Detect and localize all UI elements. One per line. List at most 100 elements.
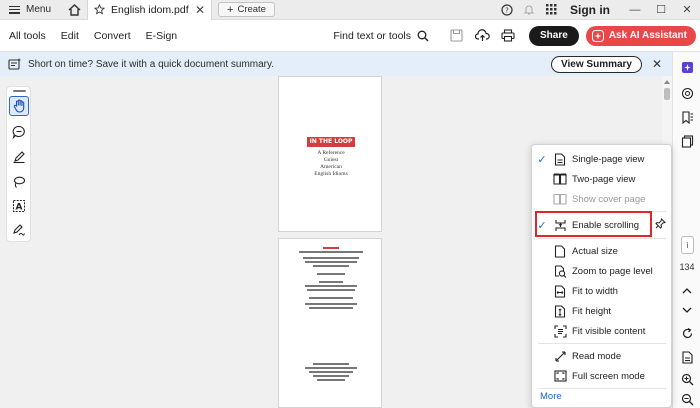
check-icon: ✓ <box>537 153 547 166</box>
menu-item-label: Single-page view <box>572 153 645 165</box>
ai-assistant-label: Ask AI Assistant <box>608 30 687 41</box>
menu-esign[interactable]: E-Sign <box>138 30 185 42</box>
scroll-thumb[interactable] <box>664 88 670 100</box>
summary-icon <box>0 58 28 70</box>
menu-item-two-page[interactable]: Two-page view <box>532 169 671 189</box>
sign-tool-button[interactable] <box>9 220 29 240</box>
print-button[interactable] <box>495 23 521 49</box>
menu-convert[interactable]: Convert <box>86 30 138 42</box>
help-icon[interactable]: ? <box>496 0 518 20</box>
page-text-line <box>317 379 345 381</box>
page-text-line <box>305 303 357 305</box>
menu-item-label: Show cover page <box>572 193 646 205</box>
title-bar: Menu English idom.pdf ✕ + Create ? Sign … <box>0 0 700 20</box>
refresh-icon[interactable] <box>673 324 700 342</box>
ai-panel-icon[interactable] <box>673 58 700 76</box>
menu-item-label: Fit height <box>572 305 612 317</box>
star-icon <box>94 4 106 15</box>
tab-close-icon[interactable]: ✕ <box>195 3 205 17</box>
view-summary-button[interactable]: View Summary <box>551 55 642 73</box>
comment-tool-button[interactable] <box>9 122 29 142</box>
chevron-up-icon[interactable] <box>673 281 700 299</box>
page-view-icon[interactable] <box>673 348 700 366</box>
page-number: 134 <box>679 262 695 272</box>
home-icon <box>68 3 80 16</box>
sign-in-link[interactable]: Sign in <box>562 3 622 17</box>
ai-assistant-button[interactable]: Ask AI Assistant <box>585 25 696 46</box>
menu-edit[interactable]: Edit <box>53 30 86 42</box>
menu-separator <box>538 238 666 239</box>
menu-item-label: Full screen mode <box>572 370 645 382</box>
bookmarks-panel-icon[interactable] <box>673 108 700 126</box>
draw-tool-button[interactable] <box>9 147 29 167</box>
menu-item-zoom-page-level[interactable]: Zoom to page level <box>532 261 671 281</box>
share-button[interactable]: Share <box>529 25 579 46</box>
apps-grid-icon[interactable] <box>540 0 562 20</box>
text-select-tool-button[interactable]: A <box>9 196 29 216</box>
notice-close-icon[interactable]: ✕ <box>642 57 672 71</box>
cover-line: Guiest <box>323 157 339 163</box>
ai-sparkle-icon <box>591 29 604 42</box>
menu-item-read-mode[interactable]: Read mode <box>532 346 671 366</box>
document-tab[interactable]: English idom.pdf ✕ <box>87 0 213 20</box>
tab-title: English idom.pdf <box>111 3 189 16</box>
menu-item-fit-visible[interactable]: Fit visible content <box>532 321 671 341</box>
bell-icon[interactable] <box>518 0 540 20</box>
zoom-out-icon[interactable] <box>673 390 700 408</box>
page-text-line <box>305 367 357 369</box>
printer-icon <box>501 29 515 42</box>
menu-item-full-screen[interactable]: Full screen mode <box>532 366 671 386</box>
zoom-in-icon[interactable] <box>673 370 700 388</box>
page-text-line <box>303 257 359 259</box>
read-mode-icon <box>552 348 568 364</box>
cover-title-banner: IN THE LOOP <box>307 137 355 147</box>
fit-visible-icon <box>552 323 568 339</box>
menu-button[interactable]: Menu <box>0 0 61 20</box>
lasso-tool-button[interactable] <box>9 172 29 192</box>
menu-item-single-page[interactable]: ✓ Single-page view <box>532 149 671 169</box>
pages-panel-icon[interactable] <box>673 132 700 150</box>
more-link[interactable]: More <box>540 391 562 402</box>
create-label: Create <box>237 4 266 15</box>
menu-item-label: Actual size <box>572 245 618 257</box>
menu-item-actual-size[interactable]: Actual size <box>532 241 671 261</box>
window-close-icon[interactable]: ✕ <box>674 0 700 20</box>
chevron-down-icon[interactable] <box>673 301 700 319</box>
menu-item-fit-height[interactable]: Fit height <box>532 301 671 321</box>
pin-icon[interactable] <box>655 218 666 232</box>
page-info-icon[interactable]: i <box>681 236 694 254</box>
save-icon <box>449 29 463 42</box>
text-box-icon: A <box>13 200 25 213</box>
create-button[interactable]: + Create <box>218 2 275 17</box>
scroll-up-arrow[interactable] <box>664 80 670 84</box>
single-page-icon <box>552 151 568 167</box>
search-icon <box>417 30 429 41</box>
svg-text:A: A <box>16 203 23 213</box>
page-text-line <box>307 289 355 291</box>
home-button[interactable] <box>61 0 87 20</box>
panel-grip[interactable] <box>13 90 26 92</box>
page-text-line <box>309 371 353 373</box>
menu-item-label: Read mode <box>572 350 622 362</box>
menu-label: Menu <box>26 4 52 15</box>
plus-icon: + <box>227 3 234 16</box>
menu-item-label: Zoom to page level <box>572 265 653 277</box>
find-tools-button[interactable]: Find text or tools <box>333 30 443 42</box>
signature-pen-icon <box>13 224 25 236</box>
hand-tool-button[interactable] <box>9 96 29 116</box>
summary-notice-bar: Short on time? Save it with a quick docu… <box>0 52 672 76</box>
comments-panel-icon[interactable] <box>673 84 700 102</box>
upload-cloud-button[interactable] <box>469 23 495 49</box>
maximize-icon[interactable]: ☐ <box>648 0 674 20</box>
actual-size-icon <box>552 243 568 259</box>
full-screen-icon <box>552 368 568 384</box>
hand-icon <box>13 99 24 113</box>
menu-item-fit-width[interactable]: Fit to width <box>532 281 671 301</box>
menu-all-tools[interactable]: All tools <box>0 30 53 42</box>
menu-item-label: Fit to width <box>572 285 618 297</box>
pen-icon <box>13 151 25 164</box>
minimize-icon[interactable]: — <box>622 0 648 20</box>
page-text-line <box>309 297 353 299</box>
page-text-line <box>313 265 349 267</box>
save-button[interactable] <box>443 23 469 49</box>
